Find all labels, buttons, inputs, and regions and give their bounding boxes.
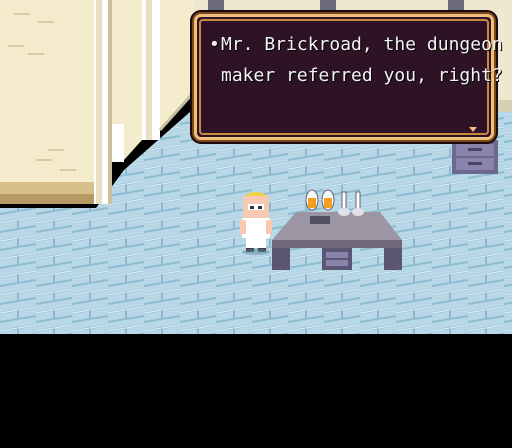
dialog-continue-arrow-icon [469,127,477,132]
dialog-box[interactable]: •Mr. Brickroad, the dungeon maker referr… [194,14,503,140]
dialog-bullet: • [209,34,220,55]
dialog-line-1: •Mr. Brickroad, the dungeon [209,34,503,56]
game-screen: •Mr. Brickroad, the dungeon maker referr… [0,0,512,448]
letterbox-bottom [0,334,512,448]
cabinet [452,140,498,174]
dialog-line-1-text: Mr. Brickroad, the dungeon [221,34,503,55]
dialog-line-2: maker referred you, right? [221,65,503,86]
